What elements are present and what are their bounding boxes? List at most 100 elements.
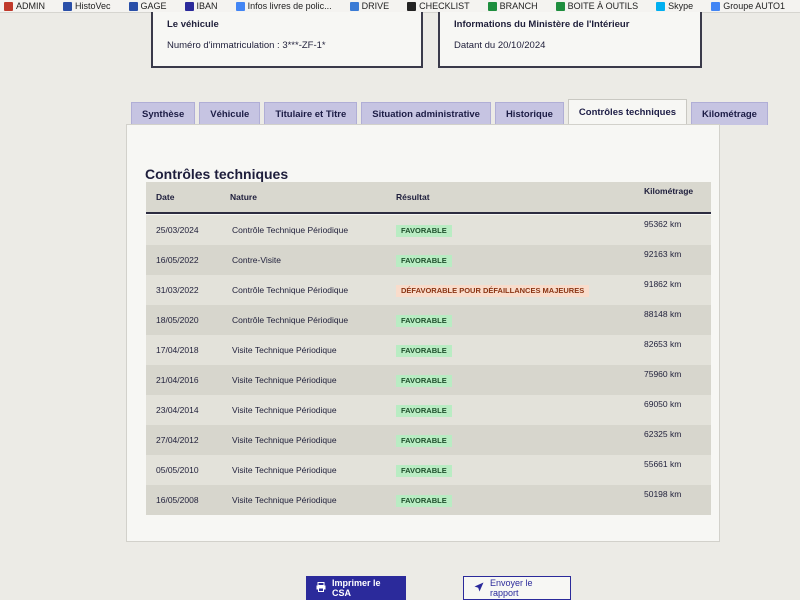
registration-number: Numéro d'immatriculation : 3***-ZF-1* [167,40,326,51]
bookmark-1[interactable]: HistoVec [63,1,111,11]
row-result: FAVORABLE [396,215,452,245]
bookmark-9[interactable]: Skype [656,1,693,11]
row-km: 75960 km [644,369,682,379]
header-km: Kilométrage [644,186,694,196]
tab-vehicule[interactable]: Véhicule [199,102,261,125]
table-header: Date Nature Résultat Kilométrage [146,182,711,214]
printer-icon [316,582,326,594]
row-nature: Visite Technique Périodique [232,435,337,445]
row-nature: Visite Technique Périodique [232,465,337,475]
github-icon [407,1,417,11]
section-title: Contrôles techniques [145,166,289,182]
bookmark-4[interactable]: Infos livres de polic... [235,1,332,11]
google-icon [711,1,721,11]
ministry-box-title: Informations du Ministère de l'Intérieur [454,19,630,30]
row-km: 55661 km [644,459,682,469]
table-row: 21/04/2016 Visite Technique Périodique FAV… [146,365,711,395]
bookmark-0[interactable]: ADMIN [4,1,45,11]
row-result: FAVORABLE [396,395,452,425]
ministry-info-box: Informations du Ministère de l'Intérieur… [438,12,702,68]
tab-kilometrage[interactable]: Kilométrage [691,102,768,125]
row-km: 50198 km [644,489,682,499]
bookmark-label: Groupe AUTO1 [723,1,786,11]
row-result: FAVORABLE [396,425,452,455]
vehicle-box-title: Le véhicule [167,19,219,30]
bookmark-2[interactable]: GAGE [128,1,167,11]
ban-logo-icon [184,1,194,11]
bookmark-8[interactable]: BOITE À OUTILS [555,1,639,11]
row-date: 05/05/2010 [156,465,199,475]
print-csa-button[interactable]: Imprimer le CSA [306,576,406,600]
vehicle-info-box: Le véhicule Numéro d'immatriculation : 3… [151,12,423,68]
table-row: 18/05/2020 Contrôle Technique Périodique F… [146,305,711,335]
result-badge: FAVORABLE [396,314,452,327]
skype-icon [656,1,666,11]
row-nature: Contre-Visite [232,255,281,265]
flag-fr-icon [63,1,72,11]
bookmark-label: IBAN [196,1,218,11]
table-row: 31/03/2022 Contrôle Technique Périodique D… [146,275,711,305]
row-km: 62325 km [644,429,682,439]
row-result: FAVORABLE [396,365,452,395]
row-km: 88148 km [644,309,682,319]
bookmark-label: HistoVec [75,1,111,11]
result-badge: FAVORABLE [396,374,452,387]
tab-situation-administrative[interactable]: Situation administrative [361,102,491,125]
row-nature: Contrôle Technique Périodique [232,285,349,295]
row-km: 95362 km [644,219,682,229]
row-date: 18/05/2020 [156,315,199,325]
row-date: 16/05/2008 [156,495,199,505]
row-date: 23/04/2014 [156,405,199,415]
tab-synthese[interactable]: Synthèse [131,102,196,125]
bookmark-10[interactable]: Groupe AUTO1 [711,1,785,11]
result-badge: FAVORABLE [396,254,452,267]
result-badge: FAVORABLE [396,494,452,507]
send-report-button[interactable]: Envoyer le rapport [463,576,571,600]
result-badge: DÉFAVORABLE POUR DÉFAILLANCES MAJEURES [396,284,590,297]
row-date: 21/04/2016 [156,375,199,385]
bookmark-label: CHECKLIST [419,1,470,11]
result-badge: FAVORABLE [396,224,452,237]
row-nature: Visite Technique Périodique [232,375,337,385]
row-date: 27/04/2012 [156,435,199,445]
row-date: 17/04/2018 [156,345,199,355]
tabs-bar: Synthèse Véhicule Titulaire et Titre Sit… [131,99,768,125]
row-nature: Visite Technique Périodique [232,345,337,355]
bookmark-7[interactable]: BRANCH [487,1,538,11]
table-row: 17/04/2018 Visite Technique Périodique FAV… [146,335,711,365]
row-km: 82653 km [644,339,682,349]
send-report-label: Envoyer le rapport [490,578,533,598]
header-nature: Nature [230,192,257,202]
drive-icon [349,1,359,11]
sheets-icon [555,1,565,11]
tab-historique[interactable]: Historique [494,102,564,125]
bookmark-label: Infos livres de polic... [247,1,332,11]
send-arrow-icon [474,582,484,594]
tab-titulaire-et-titre[interactable]: Titulaire et Titre [264,102,358,125]
row-km: 69050 km [644,399,682,409]
row-result: DÉFAVORABLE POUR DÉFAILLANCES MAJEURES [396,275,590,305]
row-nature: Contrôle Technique Périodique [232,225,349,235]
table-row: 25/03/2024 Contrôle Technique Périodique F… [146,215,711,245]
bookmark-5[interactable]: DRIVE [349,1,390,11]
bookmark-label: DRIVE [361,1,390,11]
bookmark-label: BOITE À OUTILS [567,1,639,11]
flag-fr-icon [128,1,138,11]
row-result: FAVORABLE [396,335,452,365]
row-nature: Visite Technique Périodique [232,405,337,415]
bookmark-label: BRANCH [499,1,538,11]
result-badge: FAVORABLE [396,434,452,447]
row-nature: Visite Technique Périodique [232,495,337,505]
table-row: 27/04/2012 Visite Technique Périodique FAV… [146,425,711,455]
row-date: 25/03/2024 [156,225,199,235]
result-badge: FAVORABLE [396,464,452,477]
row-date: 31/03/2022 [156,285,199,295]
tab-controles-techniques[interactable]: Contrôles techniques [567,99,688,125]
row-result: FAVORABLE [396,305,452,335]
bookmark-6[interactable]: CHECKLIST [407,1,470,11]
header-date: Date [156,192,175,202]
table-row: 16/05/2008 Visite Technique Périodique FAV… [146,485,711,515]
table-row: 05/05/2010 Visite Technique Périodique FAV… [146,455,711,485]
red-square-icon [4,1,13,11]
bookmark-3[interactable]: IBAN [184,1,218,11]
